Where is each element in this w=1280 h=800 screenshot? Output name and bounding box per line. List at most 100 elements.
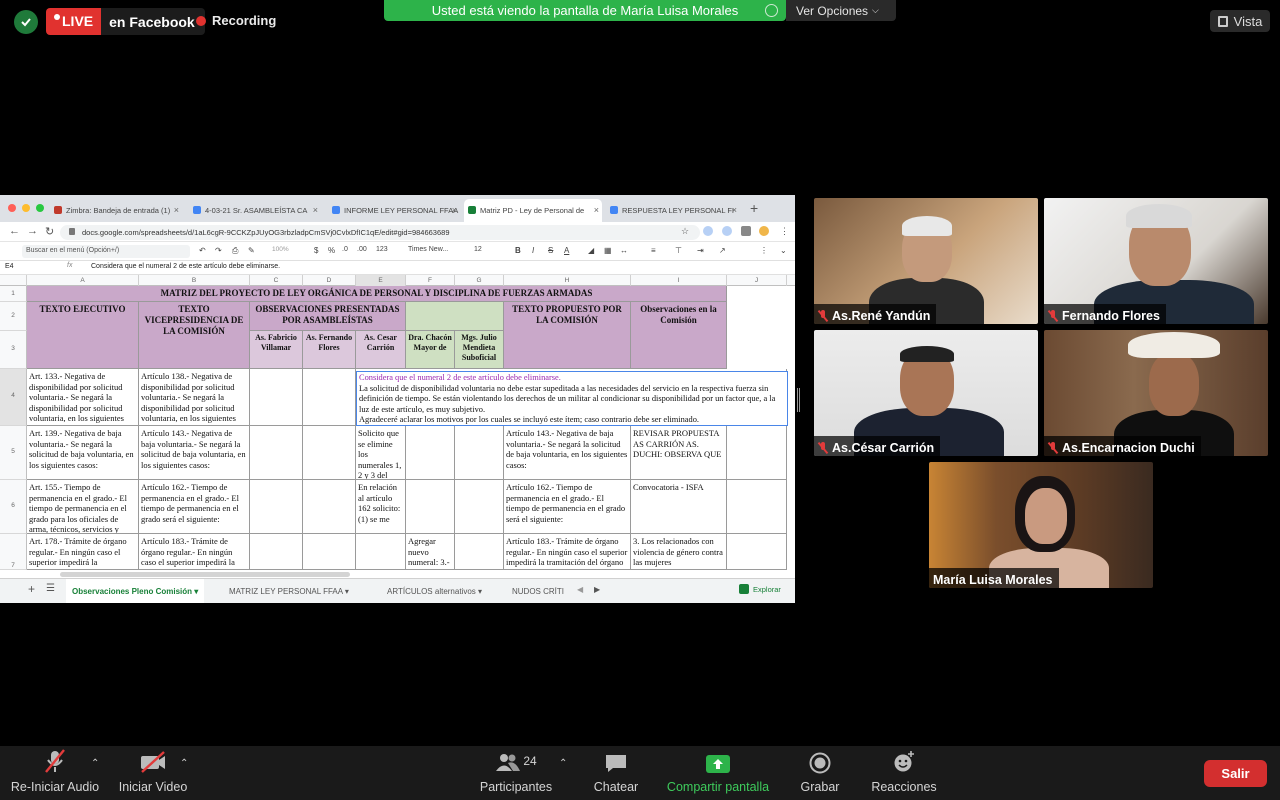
chat-button[interactable]: Chatear [588,746,644,800]
forward-icon[interactable]: → [27,225,38,237]
resize-handle[interactable] [797,388,800,412]
close-window-icon[interactable] [8,204,16,212]
currency-button[interactable]: $ [314,246,318,255]
cell-b4[interactable]: Artículo 138.- Negativa de disponibilida… [139,369,250,426]
cell-h5[interactable]: Artículo 143.- Negativa de baja voluntar… [504,426,631,480]
zoom-select[interactable]: 100% [272,246,289,253]
browser-tab-matriz[interactable]: Matriz PD - Ley de Personal de × [464,199,602,222]
header-julio-mendieta[interactable]: Mgs. Julio Mendieta Suboficial [455,331,504,369]
borders-icon[interactable]: ▦ [604,246,612,255]
column-header[interactable]: H [504,275,631,286]
cell-i5[interactable]: REVISAR PROPUESTA AS CARRIÓN AS. DUCHI: … [631,426,727,480]
video-options-chevron-icon[interactable]: ⌃ [180,758,188,769]
cell-d5[interactable] [303,426,356,480]
undo-icon[interactable]: ↶ [199,246,206,255]
close-icon[interactable]: × [594,205,599,215]
add-sheet-icon[interactable]: + [28,582,35,596]
back-icon[interactable]: ← [9,225,20,237]
close-icon[interactable]: × [732,205,737,215]
audio-button[interactable]: Re-Iniciar Audio [10,746,100,800]
cell-e5[interactable]: Solicito que se elimine los numerales 1,… [356,426,406,480]
sheet-tab-nudos[interactable]: NUDOS CRÍTI [512,587,568,596]
header-blank[interactable] [406,302,504,331]
italic-button[interactable]: I [532,246,534,255]
leave-meeting-button[interactable]: Salir [1204,760,1267,787]
header-chacon[interactable]: Dra. Chacón Mayor de [406,331,455,369]
all-sheets-icon[interactable]: ☰ [46,583,55,594]
video-button[interactable]: Iniciar Video [116,746,190,800]
header-cesar-carrion[interactable]: As. Cesar Carrión [356,331,406,369]
column-header[interactable]: B [139,275,250,286]
video-tile-encarnacion-duchi[interactable]: As.Encarnacion Duchi [1044,330,1268,456]
scroll-tabs-left-icon[interactable]: ◀ [577,585,583,594]
cell-a7[interactable]: Art. 178.- Trámite de órgano regular.- E… [27,534,139,570]
view-button[interactable]: Vista [1210,10,1270,32]
cell-a6[interactable]: Art. 155.- Tiempo de permanencia en el g… [27,480,139,534]
column-header[interactable]: G [455,275,504,286]
minimize-window-icon[interactable] [22,204,30,212]
text-color-button[interactable]: A [564,246,569,255]
cell-i7[interactable]: 3. Los relacionados con violencia de gén… [631,534,727,570]
reactions-button[interactable]: Reacciones [870,746,938,800]
browser-tab-informe[interactable]: INFORME LEY PERSONAL FFAA × [328,199,460,222]
header-observaciones[interactable]: OBSERVACIONES PRESENTADAS POR ASAMBLEÍST… [250,302,406,331]
profile-avatar-icon[interactable] [759,226,769,236]
horizontal-scrollbar[interactable] [60,572,350,577]
collapse-toolbar-icon[interactable]: ⌄ [780,246,787,255]
header-fabricio-villamar[interactable]: As. Fabricio Villamar [250,331,303,369]
video-tile-fernando-flores[interactable]: Fernando Flores [1044,198,1268,324]
column-header[interactable]: E [356,275,406,286]
column-header[interactable]: D [303,275,356,286]
column-header[interactable]: I [631,275,727,286]
print-icon[interactable]: ⎙ [232,246,238,256]
close-icon[interactable]: × [452,205,457,215]
participants-options-chevron-icon[interactable]: ⌃ [559,758,567,769]
row-header[interactable]: 4 [0,369,27,426]
cell-c7[interactable] [250,534,303,570]
fill-color-icon[interactable]: ◢ [588,246,594,255]
cell-c5[interactable] [250,426,303,480]
row-header[interactable]: 7 [0,534,27,570]
url-input[interactable]: docs.google.com/spreadsheets/d/1aL6cgR-9… [60,225,700,240]
record-button[interactable]: Grabar [797,746,843,800]
sheet-tab-matriz[interactable]: MATRIZ LEY PERSONAL FFAA ▾ [229,587,349,596]
extensions-puzzle-icon[interactable] [741,226,751,236]
audio-options-chevron-icon[interactable]: ⌃ [91,758,99,769]
redo-icon[interactable]: ↷ [215,246,222,255]
column-header[interactable]: A [27,275,139,286]
extension-icon[interactable] [722,226,732,236]
cell-d4[interactable] [303,369,356,426]
row-header[interactable]: 2 [0,302,27,331]
cell-c6[interactable] [250,480,303,534]
view-options-button[interactable]: Ver Opciones ⌵ [786,0,896,21]
security-shield-icon[interactable] [14,10,38,34]
paint-format-icon[interactable]: ✎ [248,246,255,255]
cell-reference[interactable]: E4 [5,263,14,270]
cell-a5[interactable]: Art. 139.- Negativa de baja voluntaria.-… [27,426,139,480]
shared-screen-window[interactable]: Zimbra: Bandeja de entrada (1) × 4-03-21… [0,195,795,603]
text-rotation-icon[interactable]: ↗ [719,246,726,255]
browser-menu-icon[interactable]: ⋮ [780,226,789,237]
cell-j6[interactable] [727,480,787,534]
sheet-title[interactable]: MATRIZ DEL PROYECTO DE LEY ORGÁNICA DE P… [27,286,727,302]
header-observaciones-comision[interactable]: Observaciones en la Comisión [631,302,727,369]
row-header[interactable]: 6 [0,480,27,534]
cell-i6[interactable]: Convocatoria - ISFA [631,480,727,534]
recording-indicator[interactable]: Recording [196,13,276,28]
live-stream-badge[interactable]: LIVE en Facebook [46,8,205,35]
extension-icon[interactable] [703,226,713,236]
percent-button[interactable]: % [328,246,335,255]
browser-tab-document[interactable]: 4-03-21 Sr. ASAMBLEÍSTA CA × [189,199,321,222]
number-format-select[interactable]: 123 [376,246,388,253]
cell-h7[interactable]: Artículo 183.- Trámite de órgano regular… [504,534,631,570]
video-tile-cesar-carrion[interactable]: As.César Carrión [814,330,1038,456]
cell-g7[interactable] [455,534,504,570]
header-fernando-flores[interactable]: As. Fernando Flores [303,331,356,369]
decrease-decimals-button[interactable]: .0 [342,246,348,253]
cell-j5[interactable] [727,426,787,480]
cell-c4[interactable] [250,369,303,426]
cell-b5[interactable]: Artículo 143.- Negativa de baja voluntar… [139,426,250,480]
cell-e7[interactable] [356,534,406,570]
reload-icon[interactable]: ↻ [45,225,54,238]
select-all-corner[interactable] [0,275,27,286]
